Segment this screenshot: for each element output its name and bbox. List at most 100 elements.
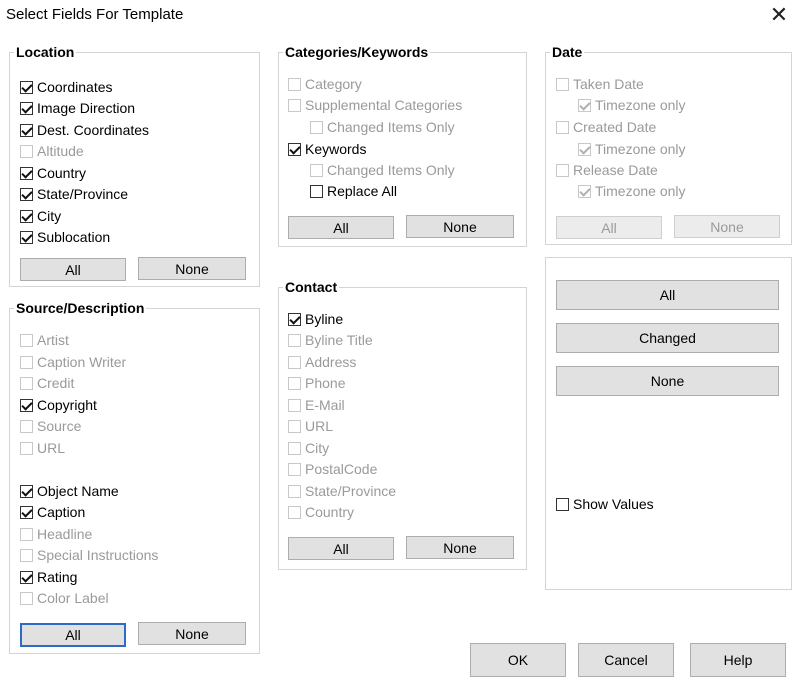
checkbox-object-name[interactable]: Object Name bbox=[20, 481, 119, 501]
ok-button[interactable]: OK bbox=[470, 643, 566, 677]
global-changed-button[interactable]: Changed bbox=[556, 323, 779, 353]
global-none-button[interactable]: None bbox=[556, 366, 779, 396]
checkbox-box[interactable] bbox=[20, 484, 33, 498]
checkbox-city[interactable]: City bbox=[20, 206, 61, 226]
checkbox-artist[interactable]: Artist bbox=[20, 330, 69, 350]
checkbox-postal-code[interactable]: PostalCode bbox=[288, 459, 377, 479]
checkbox-contact-state-province[interactable]: State/Province bbox=[288, 481, 396, 501]
checkbox-show-values[interactable]: Show Values bbox=[556, 494, 654, 514]
global-all-button[interactable]: All bbox=[556, 280, 779, 310]
checkbox-caption[interactable]: Caption bbox=[20, 502, 85, 522]
checkbox-box[interactable] bbox=[288, 312, 301, 326]
checkbox-email[interactable]: E-Mail bbox=[288, 395, 345, 415]
checkbox-box[interactable] bbox=[288, 355, 301, 369]
source-none-button[interactable]: None bbox=[138, 622, 246, 645]
checkbox-address[interactable]: Address bbox=[288, 352, 356, 372]
checkbox-box[interactable] bbox=[20, 441, 33, 455]
checkbox-box[interactable] bbox=[310, 184, 323, 198]
close-icon[interactable]: ✕ bbox=[766, 2, 792, 28]
checkbox-release-date[interactable]: Release Date bbox=[556, 160, 658, 180]
checkbox-source[interactable]: Source bbox=[20, 416, 81, 436]
checkbox-box[interactable] bbox=[288, 505, 301, 519]
categories-none-button[interactable]: None bbox=[406, 215, 514, 238]
checkbox-box[interactable] bbox=[288, 98, 301, 112]
checkbox-created-date[interactable]: Created Date bbox=[556, 117, 656, 137]
checkbox-created-timezone-only[interactable]: Timezone only bbox=[578, 139, 686, 159]
location-all-button[interactable]: All bbox=[20, 258, 126, 281]
help-button[interactable]: Help bbox=[690, 643, 786, 677]
checkbox-keywords[interactable]: Keywords bbox=[288, 139, 366, 159]
checkbox-dest-coordinates[interactable]: Dest. Coordinates bbox=[20, 120, 149, 140]
checkbox-box[interactable] bbox=[288, 376, 301, 390]
date-all-button[interactable]: All bbox=[556, 216, 662, 239]
checkbox-url[interactable]: URL bbox=[20, 438, 65, 458]
checkbox-box[interactable] bbox=[20, 398, 33, 412]
checkbox-box[interactable] bbox=[20, 419, 33, 433]
checkbox-category[interactable]: Category bbox=[288, 74, 362, 94]
contact-none-button[interactable]: None bbox=[406, 536, 514, 559]
checkbox-box[interactable] bbox=[288, 462, 301, 476]
checkbox-box[interactable] bbox=[20, 527, 33, 541]
checkbox-caption-writer[interactable]: Caption Writer bbox=[20, 352, 126, 372]
checkbox-box[interactable] bbox=[20, 166, 33, 180]
source-all-button[interactable]: All bbox=[20, 623, 126, 647]
checkbox-altitude[interactable]: Altitude bbox=[20, 141, 84, 161]
checkbox-box[interactable] bbox=[556, 120, 569, 134]
checkbox-box[interactable] bbox=[288, 484, 301, 498]
checkbox-box[interactable] bbox=[20, 333, 33, 347]
checkbox-supplemental-categories[interactable]: Supplemental Categories bbox=[288, 95, 462, 115]
checkbox-box[interactable] bbox=[20, 187, 33, 201]
checkbox-taken-date[interactable]: Taken Date bbox=[556, 74, 644, 94]
checkbox-box[interactable] bbox=[578, 142, 591, 156]
checkbox-image-direction[interactable]: Image Direction bbox=[20, 98, 135, 118]
checkbox-headline[interactable]: Headline bbox=[20, 524, 92, 544]
checkbox-country[interactable]: Country bbox=[20, 163, 86, 183]
checkbox-box[interactable] bbox=[310, 120, 323, 134]
checkbox-special-instructions[interactable]: Special Instructions bbox=[20, 545, 158, 565]
checkbox-box[interactable] bbox=[20, 101, 33, 115]
checkbox-box[interactable] bbox=[20, 591, 33, 605]
checkbox-box[interactable] bbox=[20, 209, 33, 223]
checkbox-box[interactable] bbox=[556, 77, 569, 91]
checkbox-box[interactable] bbox=[20, 144, 33, 158]
checkbox-box[interactable] bbox=[578, 184, 591, 198]
checkbox-sublocation[interactable]: Sublocation bbox=[20, 227, 110, 247]
contact-all-button[interactable]: All bbox=[288, 537, 394, 560]
location-none-button[interactable]: None bbox=[138, 257, 246, 280]
checkbox-release-timezone-only[interactable]: Timezone only bbox=[578, 181, 686, 201]
checkbox-contact-city[interactable]: City bbox=[288, 438, 329, 458]
checkbox-box[interactable] bbox=[20, 355, 33, 369]
checkbox-byline[interactable]: Byline bbox=[288, 309, 343, 329]
checkbox-credit[interactable]: Credit bbox=[20, 373, 74, 393]
checkbox-contact-country[interactable]: Country bbox=[288, 502, 354, 522]
checkbox-box[interactable] bbox=[20, 376, 33, 390]
checkbox-box[interactable] bbox=[20, 570, 33, 584]
checkbox-box[interactable] bbox=[20, 505, 33, 519]
checkbox-contact-url[interactable]: URL bbox=[288, 416, 333, 436]
checkbox-box[interactable] bbox=[556, 497, 569, 511]
checkbox-box[interactable] bbox=[288, 142, 301, 156]
cancel-button[interactable]: Cancel bbox=[578, 643, 674, 677]
checkbox-byline-title[interactable]: Byline Title bbox=[288, 330, 373, 350]
checkbox-box[interactable] bbox=[20, 548, 33, 562]
checkbox-keywords-changed-only[interactable]: Changed Items Only bbox=[310, 160, 455, 180]
checkbox-phone[interactable]: Phone bbox=[288, 373, 345, 393]
checkbox-state-province[interactable]: State/Province bbox=[20, 184, 128, 204]
checkbox-box[interactable] bbox=[288, 77, 301, 91]
categories-all-button[interactable]: All bbox=[288, 216, 394, 239]
checkbox-taken-timezone-only[interactable]: Timezone only bbox=[578, 95, 686, 115]
checkbox-box[interactable] bbox=[20, 80, 33, 94]
checkbox-box[interactable] bbox=[20, 123, 33, 137]
checkbox-supplemental-changed-only[interactable]: Changed Items Only bbox=[310, 117, 455, 137]
checkbox-copyright[interactable]: Copyright bbox=[20, 395, 97, 415]
checkbox-box[interactable] bbox=[288, 419, 301, 433]
date-none-button[interactable]: None bbox=[674, 215, 780, 238]
checkbox-color-label[interactable]: Color Label bbox=[20, 588, 109, 608]
checkbox-box[interactable] bbox=[310, 163, 323, 177]
checkbox-box[interactable] bbox=[288, 441, 301, 455]
checkbox-box[interactable] bbox=[556, 163, 569, 177]
checkbox-replace-all[interactable]: Replace All bbox=[310, 181, 397, 201]
checkbox-box[interactable] bbox=[288, 398, 301, 412]
checkbox-box[interactable] bbox=[288, 333, 301, 347]
checkbox-box[interactable] bbox=[20, 230, 33, 244]
